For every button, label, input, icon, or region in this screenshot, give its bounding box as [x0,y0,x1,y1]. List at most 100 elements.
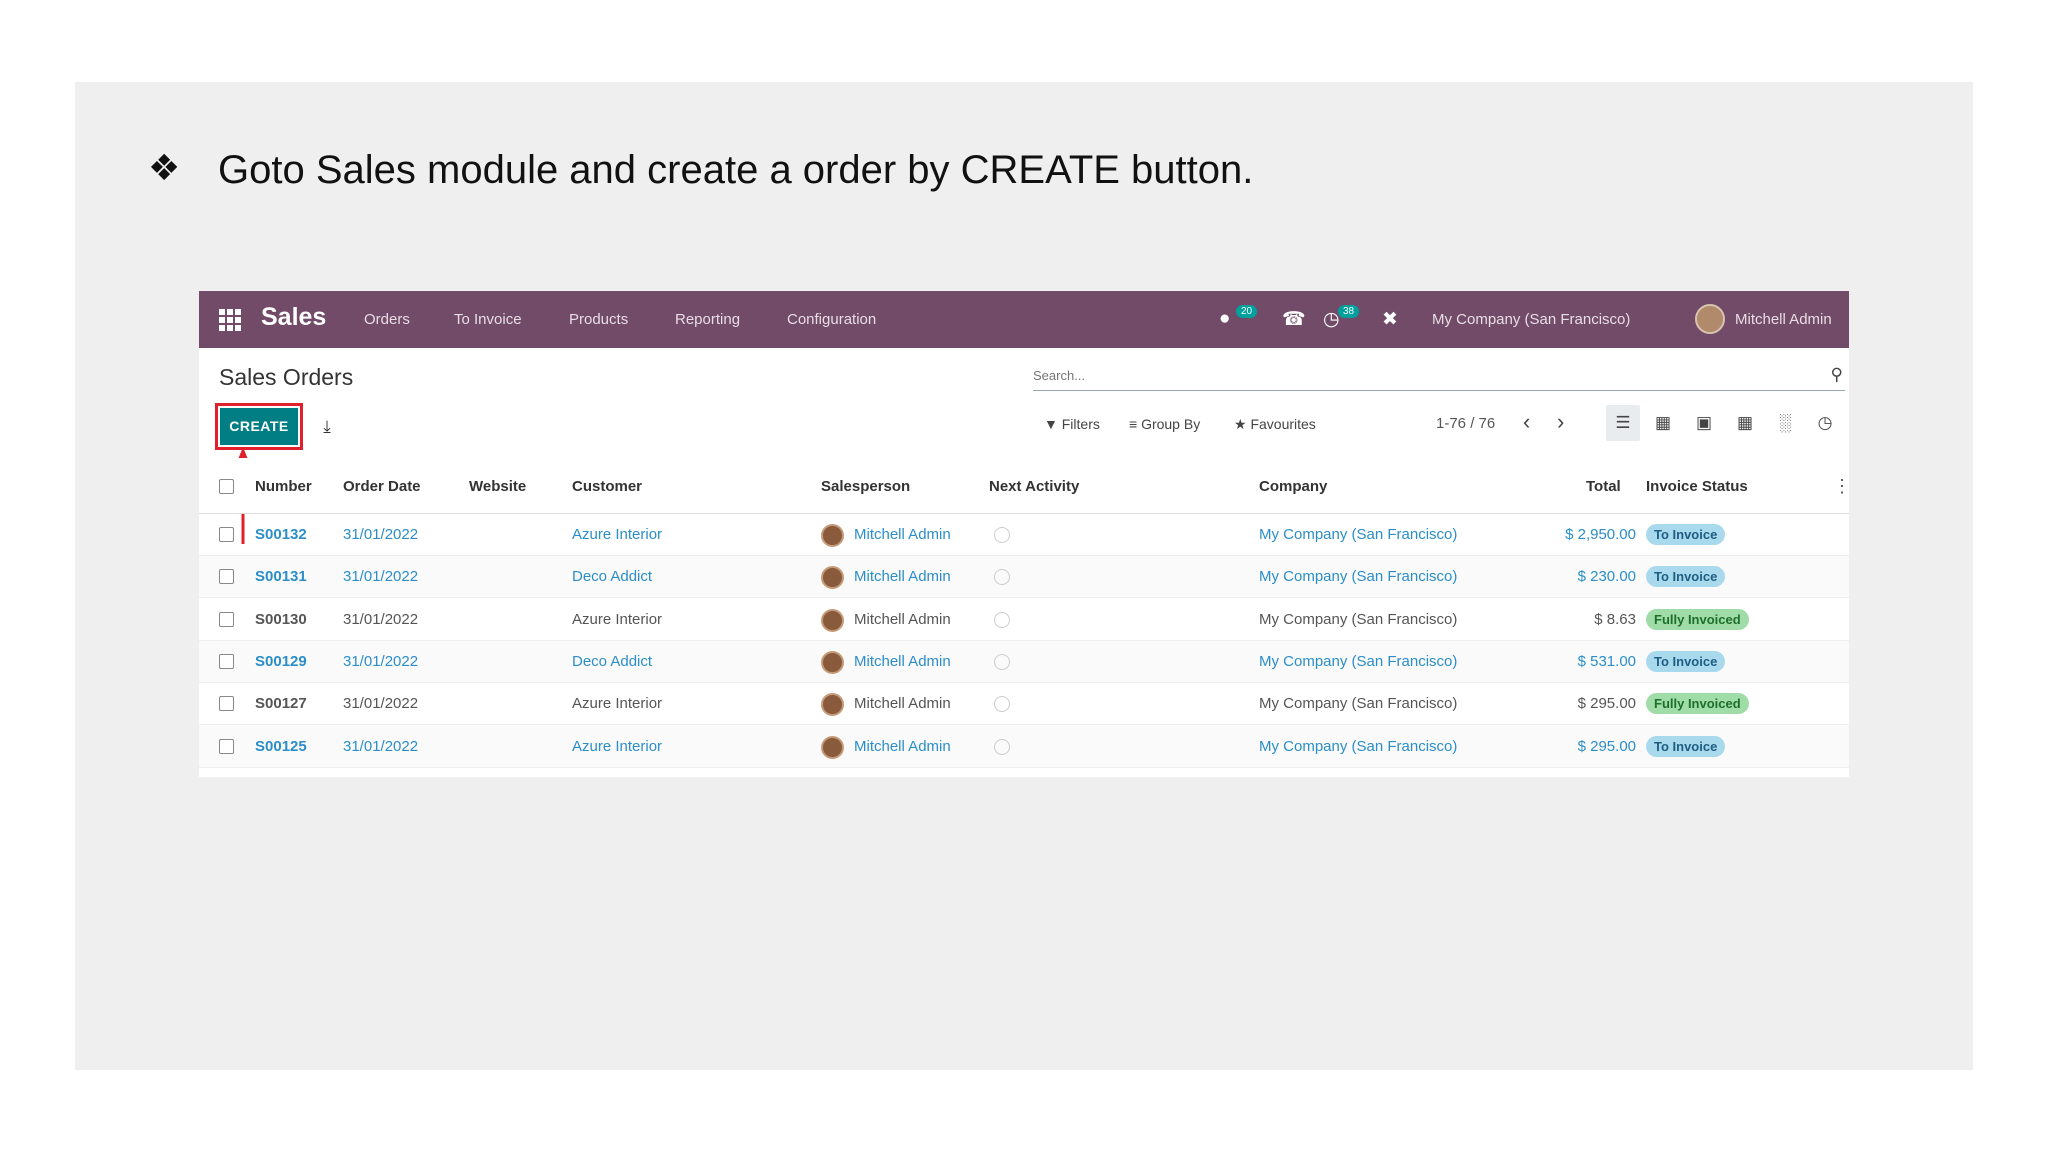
top-navbar: Sales Orders To Invoice Products Reporti… [199,291,1849,348]
invoice-status-badge: To Invoice [1646,524,1726,545]
phone-icon[interactable]: ☎ [1282,308,1306,331]
order-number[interactable]: S00125 [255,738,307,755]
order-date: 31/01/2022 [343,568,419,586]
search-icon[interactable]: ⚲ [1831,365,1843,385]
company-name: My Company (San Francisco) [1259,737,1458,755]
download-icon[interactable]: ⤓ [309,408,345,445]
graph-view-icon[interactable]: ░ [1768,413,1802,433]
col-next-activity[interactable]: Next Activity [989,478,1079,495]
col-website[interactable]: Website [469,478,526,495]
order-date: 31/01/2022 [343,695,419,713]
salesperson-name: Mitchell Admin [854,610,951,628]
order-total: $ 2,950.00 [1565,526,1636,543]
kanban-view-icon[interactable]: ▦ [1646,413,1680,433]
order-date: 31/01/2022 [343,610,419,628]
activity-view-icon[interactable]: ◷ [1808,413,1842,433]
company-name: My Company (San Francisco) [1259,695,1458,713]
col-order-date[interactable]: Order Date [343,478,421,495]
invoice-status-badge: Fully Invoiced [1646,608,1749,630]
company-name: My Company (San Francisco) [1259,652,1458,670]
customer-name: Deco Addict [572,652,653,670]
table-body: S00132 31/01/2022 Azure Interior Mitchell A… [199,514,1849,774]
app-name[interactable]: Sales [261,303,326,332]
menu-products[interactable]: Products [569,311,628,328]
customer-name: Azure Interior [572,610,663,628]
pager-next-icon[interactable]: › [1557,409,1564,435]
page-title: Sales Orders [219,364,354,390]
table-row[interactable]: S00127 31/01/2022 Azure Interior Mitchell A… [199,683,1849,726]
col-salesperson[interactable]: Salesperson [821,478,910,495]
salesperson-name: Mitchell Admin [854,652,951,670]
col-company[interactable]: Company [1259,478,1327,495]
table-row[interactable]: S00125 31/01/2022 Azure Interior Mitchell A… [199,725,1849,768]
favourites-button[interactable]: ★ Favourites [1234,416,1316,433]
row-checkbox[interactable] [219,527,234,542]
menu-configuration[interactable]: Configuration [787,311,876,328]
group-by-button[interactable]: ≡ Group By [1129,416,1200,432]
search-bar: ⚲ [1033,361,1845,391]
order-total: $ 8.63 [1594,610,1636,628]
calendar-view-icon[interactable]: ▣ [1687,413,1721,433]
table-row[interactable]: S00129 31/01/2022 Deco Addict Mitchell Admi… [199,640,1849,683]
order-number[interactable]: S00130 [255,611,307,628]
invoice-status-badge: Fully Invoiced [1646,693,1749,715]
row-checkbox[interactable] [219,738,234,754]
company-name: My Company (San Francisco) [1259,610,1458,628]
table-header: Number Order Date Website Customer Sales… [199,458,1849,514]
company-switcher[interactable]: My Company (San Francisco) [1432,311,1630,328]
col-customer[interactable]: Customer [572,478,642,495]
row-checkbox[interactable] [219,569,234,585]
user-avatar[interactable] [1695,304,1725,334]
col-number[interactable]: Number [255,478,312,495]
select-all-checkbox[interactable] [219,479,234,494]
row-checkbox[interactable] [219,611,234,627]
col-total[interactable]: Total [1586,478,1621,495]
order-date: 31/01/2022 [343,652,419,670]
menu-reporting[interactable]: Reporting [675,311,740,328]
table-row[interactable]: S00131 31/01/2022 Deco Addict Mitchell Admi… [199,556,1849,599]
salesperson-avatar [821,650,844,674]
filters-label: Filters [1061,416,1100,432]
order-number[interactable]: S00131 [255,568,307,585]
instruction-text: Goto Sales module and create a order by … [218,148,1254,192]
activity-clock-icon[interactable] [994,527,1010,543]
menu-to-invoice[interactable]: To Invoice [454,311,522,328]
activity-clock-icon[interactable] [994,611,1010,628]
salesperson-name: Mitchell Admin [854,695,951,713]
pivot-view-icon[interactable]: ▦ [1728,413,1762,433]
apps-grid-icon[interactable] [219,309,241,331]
list-view-icon[interactable]: ☰ [1606,405,1640,441]
filters-button[interactable]: ▼ Filters [1044,416,1100,432]
activity-clock-icon[interactable] [994,696,1010,713]
chat-icon[interactable]: ● [1219,308,1230,330]
order-total: $ 531.00 [1577,652,1636,670]
search-input[interactable] [1033,361,1793,389]
pager-previous-icon[interactable]: ‹ [1523,409,1530,435]
close-icon[interactable]: ✖ [1382,308,1398,331]
order-number[interactable]: S00127 [255,695,307,712]
optional-columns-icon[interactable]: ⋮ [1833,476,1849,497]
activity-clock-icon[interactable] [994,569,1010,586]
create-button[interactable]: CREATE [220,408,298,445]
customer-name: Deco Addict [572,568,653,586]
col-invoice-status[interactable]: Invoice Status [1646,478,1748,495]
user-menu[interactable]: Mitchell Admin [1735,311,1832,328]
order-number[interactable]: S00129 [255,653,307,670]
order-total: $ 295.00 [1577,737,1636,755]
company-name: My Company (San Francisco) [1259,526,1458,543]
salesperson-avatar [821,566,844,590]
row-checkbox[interactable] [219,653,234,669]
activity-clock-icon[interactable] [994,653,1010,670]
table-row[interactable]: S00132 31/01/2022 Azure Interior Mitchell A… [199,514,1849,556]
order-number[interactable]: S00132 [255,526,307,543]
salesperson-avatar [821,608,844,632]
pager-value[interactable]: 1-76 / 76 [1436,415,1495,432]
table-row[interactable]: S00130 31/01/2022 Azure Interior Mitchell A… [199,599,1849,641]
menu-orders[interactable]: Orders [364,311,410,328]
activity-clock-icon[interactable] [994,738,1010,755]
row-checkbox[interactable] [219,696,234,712]
salesperson-name: Mitchell Admin [854,568,951,586]
group-by-label: Group By [1141,416,1201,432]
bullet-icon: ❖ [148,148,181,189]
order-date: 31/01/2022 [343,737,419,755]
